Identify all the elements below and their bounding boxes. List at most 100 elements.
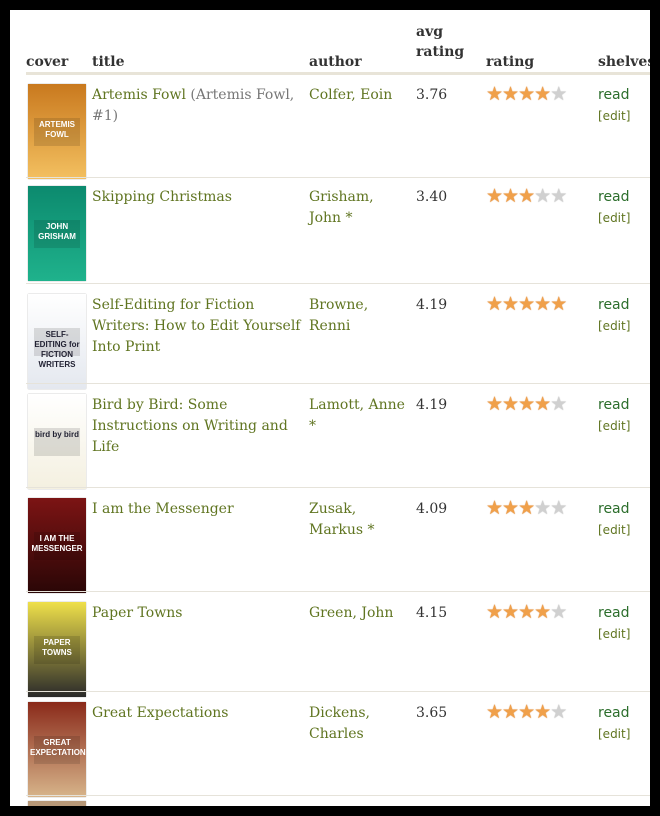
star-icon[interactable]: ★	[518, 701, 535, 723]
star-icon[interactable]: ★	[518, 185, 535, 207]
user-rating-stars[interactable]: ★★★★★	[486, 83, 567, 105]
star-icon[interactable]: ★	[518, 497, 535, 519]
table-row: I AM THE MESSENGER I am the Messenger Zusa…	[26, 488, 650, 593]
star-icon[interactable]: ★	[486, 701, 503, 723]
star-icon[interactable]: ★	[502, 601, 519, 623]
avg-rating-value: 4.15	[416, 605, 448, 621]
book-author-link[interactable]: Green, John	[309, 603, 409, 624]
star-icon[interactable]: ★	[550, 701, 567, 723]
book-cover[interactable]: GREAT EXPECTATIONS	[28, 702, 86, 797]
user-rating-stars[interactable]: ★★★★★	[486, 393, 567, 415]
star-icon[interactable]: ★	[550, 293, 567, 315]
header-title[interactable]: title	[92, 52, 124, 72]
star-icon[interactable]: ★	[502, 701, 519, 723]
book-title-text: Skipping Christmas	[92, 189, 232, 205]
user-rating-stars[interactable]: ★★★★★	[486, 185, 567, 207]
shelf-link[interactable]: read	[598, 499, 630, 519]
shelf-link[interactable]: read	[598, 703, 630, 723]
book-cover[interactable]: ARTEMIS FOWL	[28, 84, 86, 179]
shelf-link[interactable]: read	[598, 187, 630, 207]
table-row-partial	[26, 798, 650, 806]
book-cover-label: I AM THE MESSENGER	[31, 534, 83, 553]
header-author[interactable]: author	[309, 52, 362, 72]
star-icon[interactable]: ★	[550, 497, 567, 519]
star-icon[interactable]: ★	[550, 393, 567, 415]
edit-shelves-link[interactable]: [edit]	[598, 318, 630, 334]
star-icon[interactable]: ★	[502, 83, 519, 105]
book-title-link[interactable]: Artemis Fowl (Artemis Fowl, #1)	[92, 85, 302, 127]
table-row: GREAT EXPECTATIONS Great Expectations Dick…	[26, 692, 650, 797]
star-icon[interactable]: ★	[550, 601, 567, 623]
star-icon[interactable]: ★	[550, 83, 567, 105]
user-rating-stars[interactable]: ★★★★★	[486, 701, 567, 723]
user-rating-stars[interactable]: ★★★★★	[486, 497, 567, 519]
star-icon[interactable]: ★	[534, 497, 551, 519]
star-icon[interactable]: ★	[486, 293, 503, 315]
book-author-link[interactable]: Colfer, Eoin	[309, 85, 409, 106]
star-icon[interactable]: ★	[534, 83, 551, 105]
book-title-link[interactable]: Great Expectations	[92, 703, 302, 724]
book-author-link[interactable]: Grisham, John *	[309, 187, 409, 229]
book-cover[interactable]	[28, 801, 86, 806]
star-icon[interactable]: ★	[534, 185, 551, 207]
book-cover[interactable]: SELF-EDITING for FICTION WRITERS	[28, 294, 86, 389]
star-icon[interactable]: ★	[486, 393, 503, 415]
star-icon[interactable]: ★	[486, 185, 503, 207]
star-icon[interactable]: ★	[486, 497, 503, 519]
star-icon[interactable]: ★	[502, 393, 519, 415]
table-row: JOHN GRISHAM Skipping Christmas Grisham, J…	[26, 176, 650, 284]
user-rating-stars[interactable]: ★★★★★	[486, 293, 567, 315]
edit-shelves-link[interactable]: [edit]	[598, 108, 630, 124]
user-rating-stars[interactable]: ★★★★★	[486, 601, 567, 623]
star-icon[interactable]: ★	[534, 293, 551, 315]
book-title-link[interactable]: Bird by Bird: Some Instructions on Writi…	[92, 395, 302, 458]
book-title-link[interactable]: I am the Messenger	[92, 499, 302, 520]
shelf-link[interactable]: read	[598, 603, 630, 623]
edit-shelves-link[interactable]: [edit]	[598, 522, 630, 538]
star-icon[interactable]: ★	[518, 293, 535, 315]
book-cover-label: JOHN GRISHAM	[38, 222, 76, 241]
star-icon[interactable]: ★	[534, 601, 551, 623]
book-author-link[interactable]: Zusak, Markus *	[309, 499, 409, 541]
star-icon[interactable]: ★	[550, 185, 567, 207]
book-author-link[interactable]: Browne, Renni	[309, 295, 409, 337]
edit-shelves-link[interactable]: [edit]	[598, 210, 630, 226]
book-title-text: Self-Editing for Fiction Writers: How to…	[92, 297, 301, 355]
star-icon[interactable]: ★	[534, 701, 551, 723]
star-icon[interactable]: ★	[486, 83, 503, 105]
book-title-text: Bird by Bird: Some Instructions on Writi…	[92, 397, 288, 455]
edit-shelves-link[interactable]: [edit]	[598, 626, 630, 642]
header-shelves[interactable]: shelves	[598, 52, 650, 72]
star-icon[interactable]: ★	[534, 393, 551, 415]
shelf-link[interactable]: read	[598, 395, 630, 415]
star-icon[interactable]: ★	[486, 601, 503, 623]
book-title-text: Artemis Fowl	[92, 87, 186, 103]
header-avg-rating[interactable]: avg rating	[416, 22, 464, 62]
shelf-link[interactable]: read	[598, 85, 630, 105]
book-cover[interactable]: JOHN GRISHAM	[28, 186, 86, 281]
book-cover[interactable]: PAPER TOWNS	[28, 602, 86, 697]
star-icon[interactable]: ★	[518, 83, 535, 105]
book-title-link[interactable]: Skipping Christmas	[92, 187, 302, 208]
book-author-link[interactable]: Lamott, Anne *	[309, 395, 409, 437]
star-icon[interactable]: ★	[518, 393, 535, 415]
book-cover[interactable]: I AM THE MESSENGER	[28, 498, 86, 593]
header-avg-rating-line2: rating	[416, 44, 465, 60]
shelf-link[interactable]: read	[598, 295, 630, 315]
book-cover-label: PAPER TOWNS	[42, 638, 72, 657]
book-title-link[interactable]: Paper Towns	[92, 603, 302, 624]
star-icon[interactable]: ★	[502, 185, 519, 207]
book-title-link[interactable]: Self-Editing for Fiction Writers: How to…	[92, 295, 302, 358]
book-cover-label: SELF-EDITING for FICTION WRITERS	[34, 330, 80, 369]
header-rating[interactable]: rating	[486, 52, 534, 72]
star-icon[interactable]: ★	[518, 601, 535, 623]
edit-shelves-link[interactable]: [edit]	[598, 726, 630, 742]
header-cover[interactable]: cover	[26, 52, 68, 72]
book-cover[interactable]: bird by bird	[28, 394, 86, 489]
book-cover-label: bird by bird	[35, 430, 79, 439]
table-row: ARTEMIS FOWL Artemis Fowl (Artemis Fowl, …	[26, 74, 650, 179]
edit-shelves-link[interactable]: [edit]	[598, 418, 630, 434]
star-icon[interactable]: ★	[502, 293, 519, 315]
star-icon[interactable]: ★	[502, 497, 519, 519]
book-author-link[interactable]: Dickens, Charles	[309, 703, 409, 745]
